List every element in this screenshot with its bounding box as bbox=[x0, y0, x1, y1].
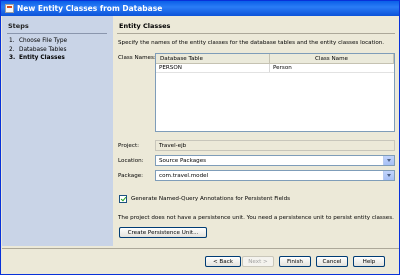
content-panel: Entity Classes Specify the names of the … bbox=[113, 16, 399, 246]
step-label: Choose File Type bbox=[19, 38, 68, 44]
step-item: 1. Choose File Type bbox=[9, 38, 67, 47]
help-button[interactable]: Help bbox=[353, 256, 385, 267]
panel-description: Specify the names of the entity classes … bbox=[118, 40, 385, 46]
chevron-down-icon[interactable] bbox=[383, 171, 394, 180]
steps-header: Steps bbox=[8, 22, 29, 30]
back-button[interactable]: < Back bbox=[205, 256, 241, 267]
location-combo[interactable]: Source Packages bbox=[155, 155, 395, 166]
table-header: Database Table Class Name bbox=[156, 54, 394, 64]
steps-divider bbox=[7, 33, 107, 34]
named-query-checkbox-label[interactable]: Generate Named-Query Annotations for Per… bbox=[131, 196, 290, 202]
step-label: Database Tables bbox=[19, 46, 67, 53]
create-persistence-unit-button[interactable]: Create Persistence Unit... bbox=[119, 227, 207, 238]
app-icon bbox=[5, 4, 14, 13]
cancel-button[interactable]: Cancel bbox=[316, 256, 348, 267]
project-field: Travel-ejb bbox=[155, 140, 395, 151]
project-label: Project: bbox=[118, 143, 140, 149]
cell-class-name[interactable]: Person bbox=[270, 64, 394, 72]
step-number: 1. bbox=[9, 38, 15, 44]
class-names-table[interactable]: Database Table Class Name PERSON Person bbox=[155, 53, 395, 132]
package-combo[interactable]: com.travel.model bbox=[155, 170, 395, 181]
chevron-down-icon[interactable] bbox=[383, 156, 394, 165]
panel-divider bbox=[117, 33, 395, 34]
finish-button[interactable]: Finish bbox=[279, 256, 311, 267]
panel-title: Entity Classes bbox=[119, 22, 171, 30]
step-label: Entity Classes bbox=[19, 55, 65, 61]
title-bar[interactable]: New Entity Classes from Database bbox=[1, 1, 399, 16]
column-header-class-name[interactable]: Class Name bbox=[270, 54, 394, 63]
table-row[interactable]: PERSON Person bbox=[156, 64, 394, 73]
steps-panel: Steps 1. Choose File Type 2. Database Ta… bbox=[2, 16, 113, 246]
location-value: Source Packages bbox=[159, 158, 207, 164]
cell-database-table[interactable]: PERSON bbox=[156, 64, 270, 72]
wizard-window: New Entity Classes from Database Steps 1… bbox=[0, 0, 400, 275]
step-item-current: 3. Entity Classes bbox=[9, 55, 67, 64]
named-query-checkbox[interactable] bbox=[119, 195, 127, 203]
step-number: 3. bbox=[9, 55, 16, 61]
next-button[interactable]: Next > bbox=[242, 256, 274, 267]
steps-list: 1. Choose File Type 2. Database Tables 3… bbox=[9, 38, 67, 64]
persistence-note: The project does not have a persistence … bbox=[118, 215, 394, 221]
location-label: Location: bbox=[118, 158, 144, 164]
package-value[interactable]: com.travel.model bbox=[159, 173, 208, 179]
step-number: 2. bbox=[9, 46, 15, 53]
step-item: 2. Database Tables bbox=[9, 47, 67, 56]
class-names-label: Class Names: bbox=[118, 55, 156, 61]
footer-divider bbox=[2, 248, 399, 249]
window-title: New Entity Classes from Database bbox=[17, 4, 163, 13]
package-label: Package: bbox=[118, 173, 144, 179]
column-header-database-table[interactable]: Database Table bbox=[156, 54, 270, 63]
